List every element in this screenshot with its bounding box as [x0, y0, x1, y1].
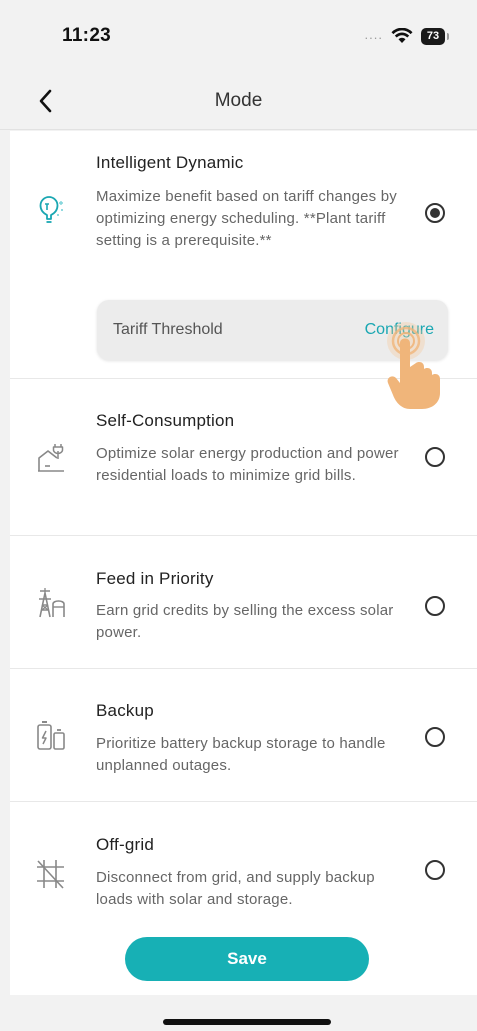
transmission-tower-icon [39, 588, 65, 618]
mode-title: Backup [96, 701, 154, 720]
status-icons: .... 73 [364, 26, 449, 45]
mode-title: Off-grid [96, 835, 154, 854]
page-title: Mode [214, 89, 263, 111]
bottom-area [10, 995, 477, 1031]
mode-description: Optimize solar energy production and pow… [96, 445, 399, 484]
grid-off-icon [37, 860, 64, 889]
nav-bar: Mode [0, 72, 477, 130]
radio-off-grid[interactable] [425, 860, 445, 880]
radio-self-consumption[interactable] [425, 447, 445, 467]
cellular-signal-icon: .... [364, 26, 383, 42]
mode-item-self-consumption[interactable]: Self-Consumption Optimize solar energy p… [10, 379, 477, 536]
radio-backup[interactable] [425, 727, 445, 747]
battery-icon [37, 721, 65, 750]
tariff-threshold-label: Tariff Threshold [113, 321, 223, 338]
mode-item-backup[interactable]: Backup Prioritize battery backup storage… [10, 669, 477, 802]
wifi-icon [391, 28, 413, 43]
home-indicator[interactable] [163, 1019, 331, 1025]
save-button[interactable]: Save [125, 937, 369, 981]
radio-intelligent-dynamic[interactable] [425, 203, 445, 223]
mode-item-intelligent-dynamic[interactable]: Intelligent Dynamic Maximize benefit bas… [10, 131, 477, 409]
status-time: 11:23 [62, 25, 112, 46]
mode-item-feed-in-priority[interactable]: Feed in Priority Earn grid credits by se… [10, 536, 477, 669]
chevron-left-icon [39, 89, 52, 113]
battery-status-icon: 73 [421, 27, 449, 45]
mode-description: Prioritize battery backup storage to han… [96, 735, 386, 774]
mode-description: Earn grid credits by selling the excess … [96, 602, 394, 641]
mode-description: Maximize benefit based on tariff changes… [96, 188, 397, 249]
lightbulb-icon [39, 196, 63, 223]
mode-title: Feed in Priority [96, 569, 214, 588]
status-bar: 11:23 .... 73 [0, 0, 477, 72]
mode-title: Self-Consumption [96, 411, 235, 430]
radio-feed-in-priority[interactable] [425, 596, 445, 616]
back-button[interactable] [30, 86, 60, 116]
mode-description: Disconnect from grid, and supply backup … [96, 869, 375, 908]
house-plug-icon [38, 444, 64, 472]
mode-title: Intelligent Dynamic [96, 153, 244, 172]
mode-list: Intelligent Dynamic Maximize benefit bas… [10, 131, 477, 1031]
